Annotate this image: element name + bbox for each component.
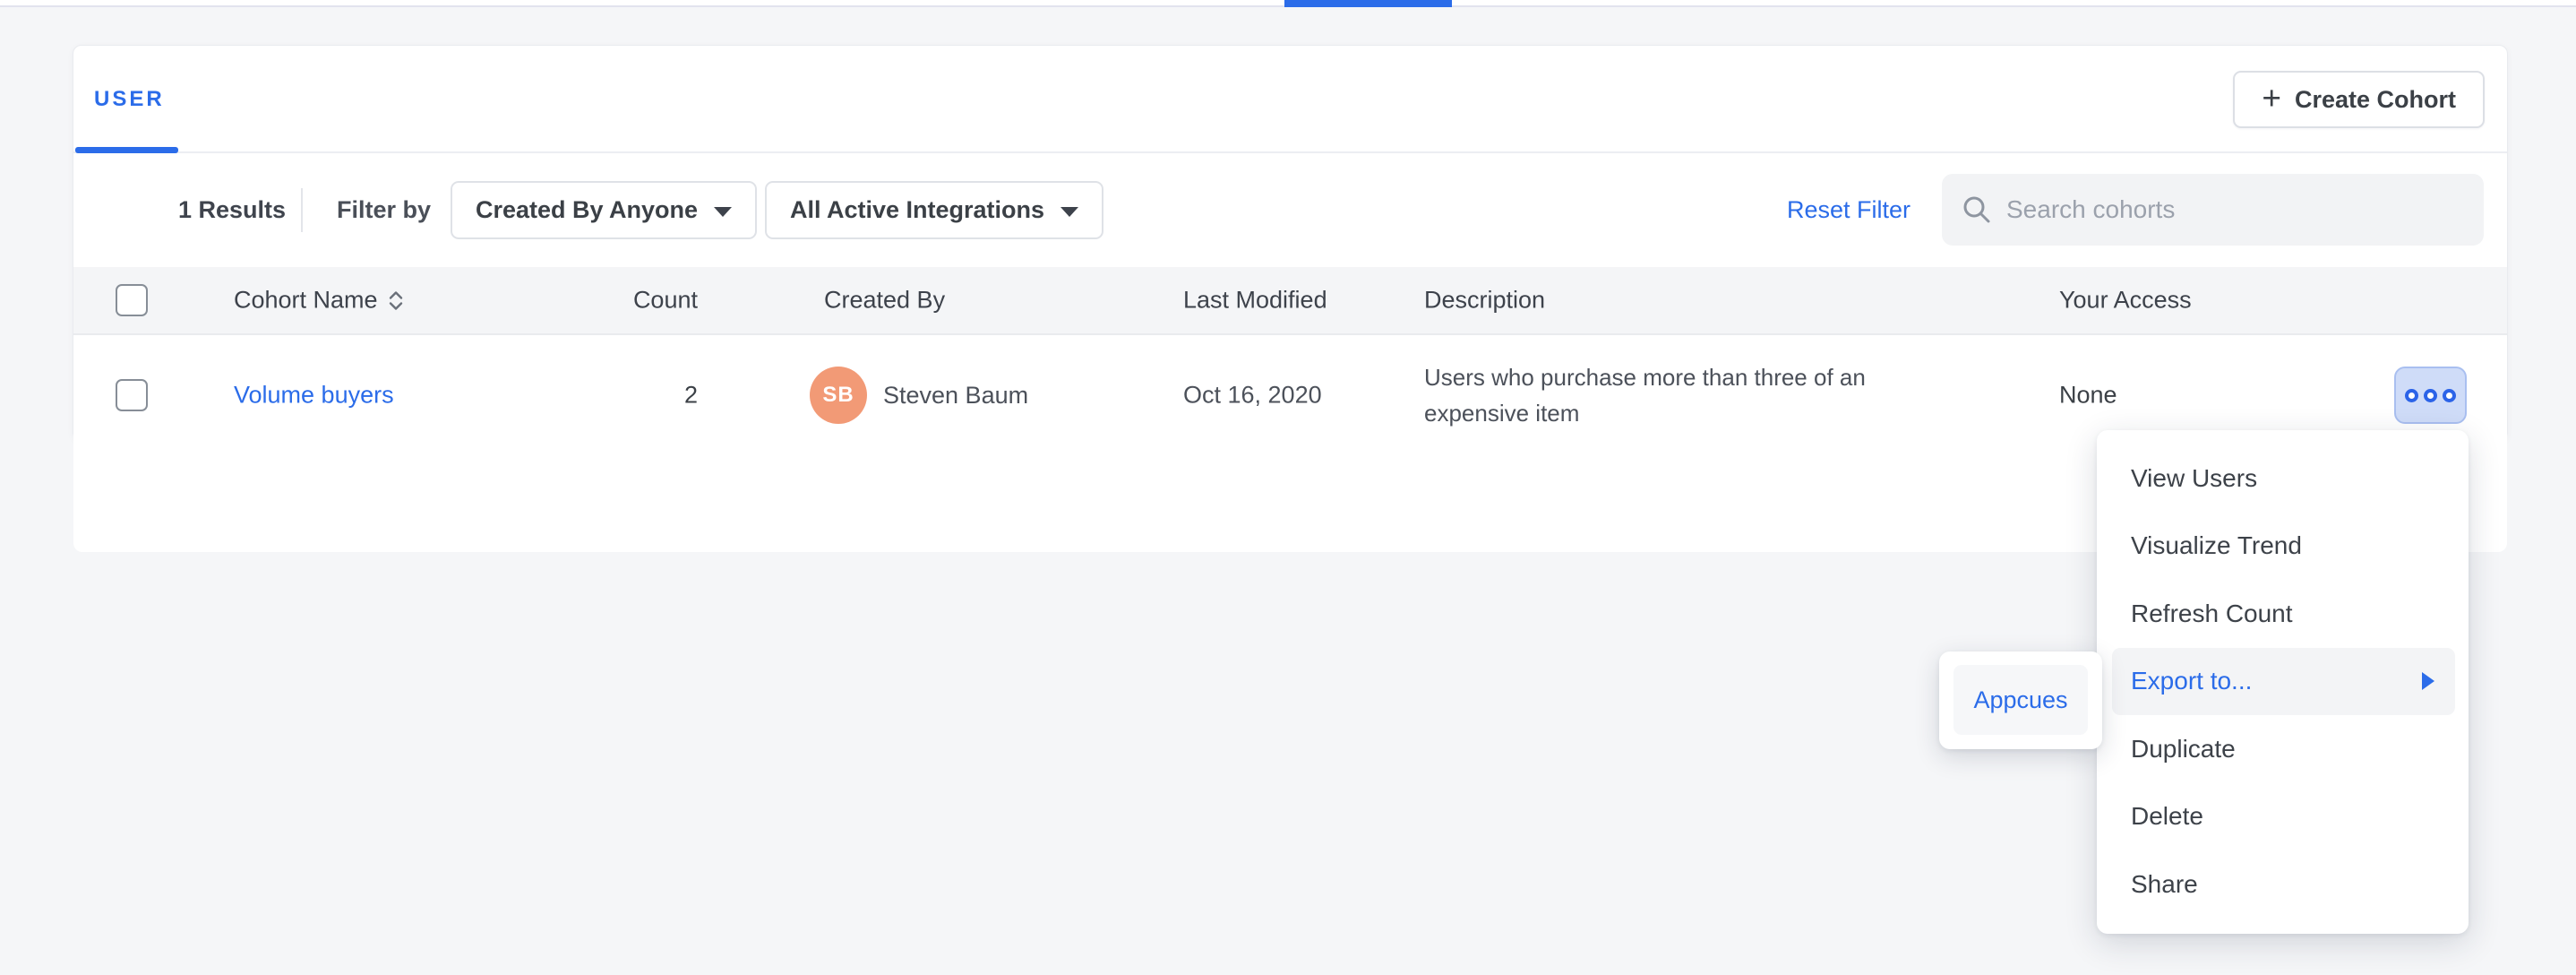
- more-actions-button[interactable]: [2394, 367, 2467, 424]
- header-description: Description: [1424, 287, 1545, 315]
- created-by-cell: SB Steven Baum: [810, 367, 1028, 424]
- header-cohort-name[interactable]: Cohort Name: [234, 287, 405, 315]
- menu-item-share[interactable]: Share: [2097, 850, 2469, 919]
- sort-icon: [387, 289, 405, 311]
- header-last-modified[interactable]: Last Modified: [1183, 287, 1327, 315]
- active-nav-tab-indicator: [1284, 0, 1452, 7]
- plus-icon: +: [2262, 82, 2281, 115]
- select-all-checkbox[interactable]: [116, 284, 148, 316]
- create-cohort-label: Create Cohort: [2295, 86, 2456, 114]
- row-context-menu: View Users Visualize Trend Refresh Count…: [2097, 430, 2469, 934]
- created-by-name: Steven Baum: [883, 382, 1028, 410]
- cohort-name-link[interactable]: Volume buyers: [234, 382, 394, 410]
- menu-item-refresh-count[interactable]: Refresh Count: [2097, 580, 2469, 648]
- cohort-count: 2: [521, 382, 698, 410]
- submenu-item-appcues[interactable]: Appcues: [1953, 665, 2088, 735]
- cohorts-panel: USER + Create Cohort 1 Results Filter by…: [73, 45, 2508, 441]
- more-dot-icon: [2424, 389, 2437, 402]
- tab-user-label: USER: [94, 87, 165, 112]
- top-nav-strip: [0, 0, 2576, 7]
- avatar: SB: [810, 367, 867, 424]
- menu-item-delete[interactable]: Delete: [2097, 783, 2469, 851]
- export-submenu: Appcues: [1939, 651, 2102, 749]
- created-by-dropdown[interactable]: Created By Anyone: [451, 181, 757, 239]
- integrations-dropdown-value: All Active Integrations: [790, 196, 1044, 224]
- filter-by-label: Filter by: [337, 153, 431, 267]
- search-cohorts-box[interactable]: [1942, 174, 2484, 246]
- reset-filter-link[interactable]: Reset Filter: [1787, 153, 1911, 267]
- integrations-dropdown[interactable]: All Active Integrations: [765, 181, 1103, 239]
- chevron-down-icon: [1060, 207, 1078, 217]
- results-count: 1 Results: [178, 153, 286, 267]
- search-icon: [1962, 194, 1992, 225]
- menu-item-visualize-trend[interactable]: Visualize Trend: [2097, 513, 2469, 581]
- search-input[interactable]: [2006, 195, 2464, 224]
- menu-item-export-to-label: Export to...: [2131, 667, 2252, 695]
- menu-item-export-to[interactable]: Export to...: [2112, 648, 2455, 716]
- your-access-value: None: [2059, 382, 2117, 410]
- created-by-dropdown-value: Created By Anyone: [476, 196, 698, 224]
- panel-tab-bar: USER + Create Cohort: [73, 46, 2507, 153]
- last-modified-value: Oct 16, 2020: [1183, 382, 1322, 410]
- filter-divider: [301, 188, 303, 232]
- more-dot-icon: [2405, 389, 2418, 402]
- menu-item-duplicate[interactable]: Duplicate: [2097, 715, 2469, 783]
- filter-bar: 1 Results Filter by Created By Anyone Al…: [73, 153, 2507, 267]
- submenu-arrow-icon: [2422, 672, 2434, 690]
- header-count[interactable]: Count: [521, 287, 698, 315]
- description-value: Users who purchase more than three of an…: [1424, 359, 1962, 431]
- row-checkbox[interactable]: [116, 379, 148, 411]
- header-your-access: Your Access: [2059, 287, 2192, 315]
- create-cohort-button[interactable]: + Create Cohort: [2233, 71, 2485, 128]
- tab-user[interactable]: USER: [94, 46, 165, 153]
- header-created-by[interactable]: Created By: [824, 287, 945, 315]
- tab-user-active-underline: [75, 147, 178, 153]
- menu-item-view-users[interactable]: View Users: [2097, 444, 2469, 513]
- header-cohort-name-label: Cohort Name: [234, 287, 378, 315]
- chevron-down-icon: [714, 207, 732, 217]
- more-dot-icon: [2443, 389, 2456, 402]
- table-header: Cohort Name Count Created By Last Modifi…: [73, 267, 2507, 335]
